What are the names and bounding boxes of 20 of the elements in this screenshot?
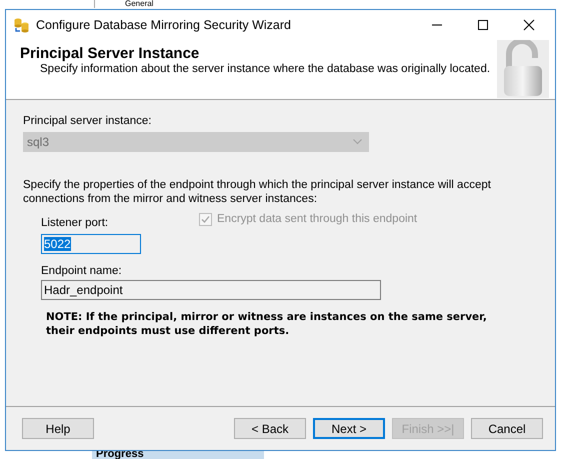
cancel-button[interactable]: Cancel — [471, 418, 543, 439]
field-label: Endpoint name: — [41, 264, 122, 278]
back-button[interactable]: < Back — [234, 418, 306, 439]
listener-port-field[interactable]: 5022 — [41, 234, 141, 254]
close-icon[interactable] — [523, 18, 535, 30]
database-icon — [13, 16, 29, 32]
endpoint-name-field[interactable]: Hadr_endpoint — [41, 280, 381, 300]
next-button[interactable]: Next > — [313, 418, 385, 439]
field-label: Listener port: — [41, 216, 108, 230]
padlock-icon — [497, 40, 549, 98]
page-subtitle: Specify information about the server instance where the database was originally located. — [39, 62, 490, 76]
maximize-icon[interactable] — [477, 18, 489, 30]
help-button[interactable]: Help — [22, 418, 94, 439]
chevron-down-icon — [353, 139, 362, 145]
note-text: NOTE: If the principal, mirror or witness are instances on the same server, their endpoints must use different ports. — [46, 310, 487, 338]
instructions-text: Specify the properties of the endpoint through which the principal server instance will accept connections from the mirror and witness server instances: — [23, 178, 492, 206]
window-title: Configure Database Mirroring Security Wizard — [36, 18, 291, 32]
field-label: Principal server instance: — [23, 114, 152, 128]
tab-label: General — [125, 0, 154, 8]
page-title: Principal Server Instance — [20, 45, 200, 62]
